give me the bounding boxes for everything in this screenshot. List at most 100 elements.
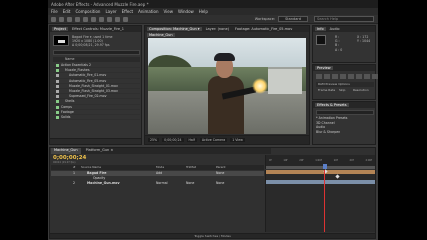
views-select[interactable]: 1 View: [230, 138, 245, 142]
layer-bar-machine-gun[interactable]: [266, 180, 375, 184]
timeline-tabs: Machine_Gun Platform_Gun ×: [51, 148, 271, 154]
workspace-label: Workspace:: [254, 17, 276, 21]
window-title: Adobe After Effects - Advanced Muzzle Fi…: [48, 0, 378, 8]
camera-select[interactable]: Active Camera: [199, 138, 228, 142]
resolution-select[interactable]: Half: [186, 138, 197, 142]
project-search-input[interactable]: [53, 50, 140, 55]
project-column-name[interactable]: Name: [53, 57, 140, 62]
toggle-switches-modes-button[interactable]: Toggle Switches / Modes: [190, 234, 235, 238]
tab-effects-presets[interactable]: Effects & Presets: [315, 103, 349, 107]
effects-tabs: Effects & Presets: [313, 102, 375, 108]
time-ruler[interactable]: 0f 10f 20f 1:00f 10f 20f 2:00f: [265, 155, 375, 169]
col-source-name: Source Name: [81, 165, 102, 169]
ram-preview-options[interactable]: RAM Preview Options: [316, 82, 374, 87]
current-time-display[interactable]: 0;00;00;24: [162, 138, 184, 142]
next-frame-icon[interactable]: [340, 74, 346, 79]
menu-view[interactable]: View: [164, 9, 174, 14]
pen-tool-icon[interactable]: [107, 16, 112, 22]
type-tool-icon[interactable]: [115, 16, 120, 22]
folder-icon: [56, 110, 59, 114]
menu-bar: File Edit Composition Layer Effect Anima…: [48, 8, 378, 15]
loop-icon[interactable]: [364, 74, 370, 79]
mask-tool-icon[interactable]: [99, 16, 104, 22]
composition-panel: Composition: Machine_Gun ▾ Layer: (none)…: [144, 25, 310, 145]
zoom-tool-icon[interactable]: [67, 16, 72, 22]
tab-machine-gun[interactable]: Machine_Gun: [147, 33, 175, 37]
menu-edit[interactable]: Edit: [63, 9, 71, 14]
hand-tool-icon[interactable]: [59, 16, 64, 22]
workspace-select[interactable]: Standard: [278, 16, 308, 22]
first-frame-icon[interactable]: [316, 74, 322, 79]
folder-icon: [56, 115, 59, 119]
project-tabs: Project Effect Controls: Muzzle_Fire_1: [50, 26, 141, 32]
viewer-person-hat: [214, 53, 235, 61]
preview-panel: Preview RAM Preview Options Frame Rate S…: [312, 64, 378, 100]
zoom-select[interactable]: 25%: [148, 138, 160, 142]
after-effects-window: Adobe After Effects - Advanced Muzzle Fi…: [48, 0, 378, 240]
play-icon[interactable]: [332, 74, 338, 79]
tab-info[interactable]: Info: [315, 27, 326, 31]
folder-icon: [56, 100, 59, 104]
info-panel: Info Audio R : G : B : A : 0 X : 172 Y :…: [312, 25, 376, 63]
item-info-duration: Δ 0;00;08;21, 29.97 fps: [72, 43, 110, 47]
footage-icon: [56, 95, 59, 99]
menu-effect[interactable]: Effect: [122, 9, 134, 14]
item-thumbnail: [53, 35, 69, 46]
tab-machine-gun-timeline[interactable]: Machine_Gun: [51, 148, 81, 154]
timeline-frame-count: 00024 (29.97 fps): [53, 161, 76, 164]
viewer-person-body: [208, 76, 244, 134]
col-mode: Mode: [156, 165, 165, 169]
prev-frame-icon[interactable]: [324, 74, 330, 79]
tab-composition[interactable]: Composition: Machine_Gun ▾: [147, 27, 202, 31]
tab-project[interactable]: Project: [52, 27, 68, 31]
work-area-bar[interactable]: [266, 166, 375, 169]
preview-tabs: Preview: [313, 65, 375, 71]
tab-effect-controls[interactable]: Effect Controls: Muzzle_Fire_1: [70, 27, 126, 31]
menu-animation[interactable]: Animation: [138, 9, 158, 14]
menu-window[interactable]: Window: [178, 9, 194, 14]
rotate-tool-icon[interactable]: [75, 16, 80, 22]
color-swatch: [316, 35, 326, 45]
keyframe[interactable]: [335, 174, 340, 179]
list-item[interactable]: * Animation Presets: [316, 116, 347, 121]
pan-behind-tool-icon[interactable]: [91, 16, 96, 22]
folder-icon: [56, 69, 59, 73]
selection-tool-icon[interactable]: [51, 16, 56, 22]
audio-icon[interactable]: [356, 74, 362, 79]
resolution-label: Resolution: [353, 88, 369, 92]
tools-panel: Workspace: Standard Search Help: [48, 15, 378, 24]
last-frame-icon[interactable]: [348, 74, 354, 79]
menu-layer[interactable]: Layer: [105, 9, 116, 14]
tab-layer[interactable]: Layer: (none): [204, 27, 231, 31]
brush-tool-icon[interactable]: [123, 16, 128, 22]
menu-help[interactable]: Help: [199, 9, 208, 14]
list-item[interactable]: Solids: [53, 115, 140, 121]
composition-viewer[interactable]: [148, 38, 306, 134]
menu-file[interactable]: File: [51, 9, 58, 14]
layer-bar-bagad-fire[interactable]: [266, 170, 375, 174]
layer-row[interactable]: 2 Machine_Gun.mov Normal None None: [51, 181, 264, 186]
col-number: #: [73, 165, 76, 169]
ram-preview-icon[interactable]: [372, 74, 378, 79]
current-time-indicator[interactable]: [324, 170, 325, 232]
footage-icon: [56, 74, 59, 78]
folder-icon: [56, 64, 59, 67]
camera-tool-icon[interactable]: [83, 16, 88, 22]
workspace-control: Workspace: Standard: [255, 16, 308, 22]
search-help-input[interactable]: Search Help: [314, 16, 374, 22]
footage-icon: [56, 79, 59, 83]
info-rgba: R : G : B : A : 0: [335, 35, 343, 52]
ruler-ticks: 0f 10f 20f 1:00f 10f 20f 2:00f: [269, 159, 372, 162]
tab-footage[interactable]: Footage: Automatic_Fire_05.mov: [233, 27, 294, 31]
current-time-indicator-handle[interactable]: [323, 164, 327, 169]
menu-composition[interactable]: Composition: [75, 9, 100, 14]
project-footer: [50, 138, 141, 144]
effects-search-input[interactable]: [316, 110, 374, 115]
muzzle-flash: [252, 78, 268, 94]
list-item[interactable]: Blur & Sharpen: [316, 130, 347, 135]
playback-buttons: [316, 74, 378, 79]
tab-platform-gun-timeline[interactable]: Platform_Gun ×: [83, 148, 117, 154]
tab-preview[interactable]: Preview: [315, 66, 333, 70]
info-xy: X : 172 Y : 1044: [357, 35, 371, 44]
tab-audio[interactable]: Audio: [328, 27, 342, 31]
